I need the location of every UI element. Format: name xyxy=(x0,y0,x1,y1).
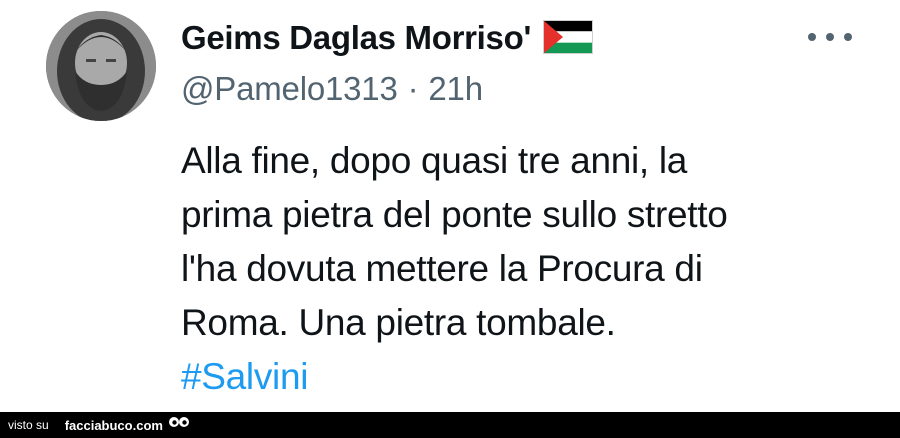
more-dot xyxy=(808,33,816,41)
avatar-photo xyxy=(46,11,156,121)
site-name[interactable]: facciabuco.com xyxy=(65,418,163,433)
name-row: Geims Daglas Morriso' xyxy=(181,14,593,62)
watermark-bar: visto su facciabuco.com xyxy=(0,412,900,438)
facciabuco-eyes-icon xyxy=(168,415,190,436)
meta-separator: · xyxy=(407,70,419,107)
hashtag-link[interactable]: #Salvini xyxy=(181,350,728,404)
palestine-flag-icon xyxy=(543,19,593,59)
handle[interactable]: @Pamelo1313 xyxy=(181,70,398,107)
tweet-meta: @Pamelo1313 · 21h xyxy=(181,70,483,108)
tweet-text-line: prima pietra del ponte sullo stretto xyxy=(181,194,728,235)
display-name[interactable]: Geims Daglas Morriso' xyxy=(181,19,531,57)
visto-su-label: visto su xyxy=(8,418,49,432)
more-dot xyxy=(844,33,852,41)
avatar[interactable] xyxy=(46,11,156,121)
tweet-text: Alla fine, dopo quasi tre anni, la prima… xyxy=(181,134,728,404)
tweet-text-line: Alla fine, dopo quasi tre anni, la xyxy=(181,140,688,181)
more-options-icon[interactable] xyxy=(808,22,852,52)
tweet-card: Geims Daglas Morriso' @Pamelo1313 · 21h Al… xyxy=(0,0,900,412)
timestamp[interactable]: 21h xyxy=(428,70,483,107)
more-dot xyxy=(826,33,834,41)
tweet-text-line: Roma. Una pietra tombale. xyxy=(181,302,616,343)
tweet-text-line: l'ha dovuta mettere la Procura di xyxy=(181,248,703,289)
